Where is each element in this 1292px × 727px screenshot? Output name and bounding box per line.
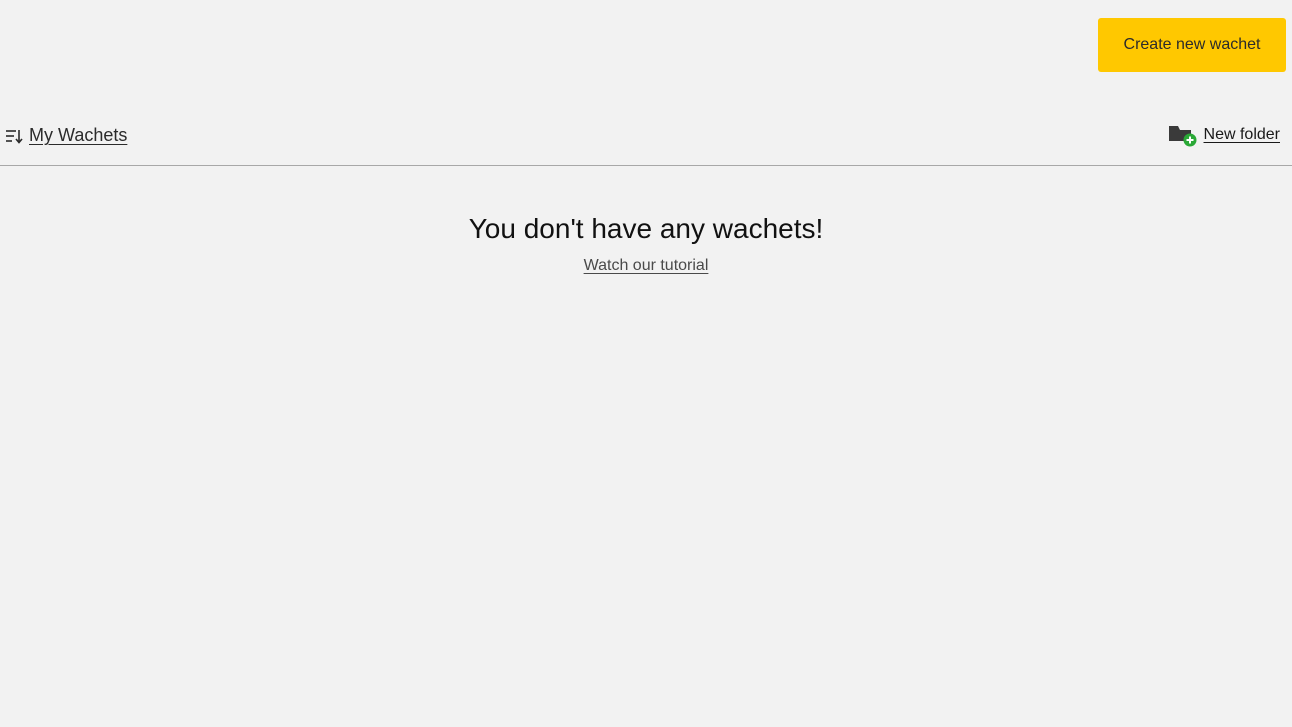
folder-add-icon[interactable] — [1168, 123, 1198, 147]
create-new-wachet-button[interactable]: Create new wachet — [1098, 18, 1286, 72]
folder-title-my-wachets[interactable]: My Wachets — [29, 125, 127, 146]
page: Create new wachet My Wachets New folder … — [0, 0, 1292, 727]
sort-toggle[interactable]: My Wachets — [5, 125, 127, 146]
watch-tutorial-link[interactable]: Watch our tutorial — [584, 257, 709, 275]
new-folder-label[interactable]: New folder — [1204, 126, 1280, 144]
new-folder-button[interactable]: New folder — [1168, 123, 1280, 147]
sort-descending-icon[interactable] — [5, 128, 23, 144]
empty-state: You don't have any wachets! Watch our tu… — [0, 213, 1292, 275]
empty-state-message: You don't have any wachets! — [468, 213, 824, 244]
folder-bar: My Wachets New folder — [0, 118, 1292, 166]
